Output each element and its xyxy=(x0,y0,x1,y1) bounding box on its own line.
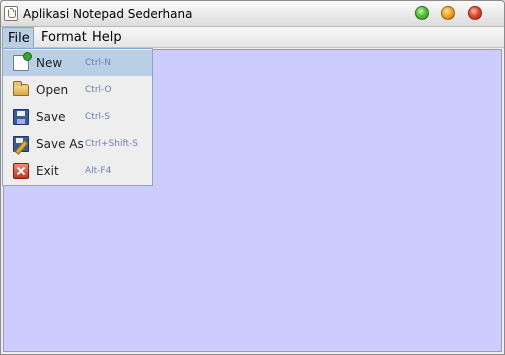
menu-item-label: Save xyxy=(36,110,66,124)
menu-help[interactable]: Help xyxy=(87,27,127,47)
menu-file[interactable]: File xyxy=(2,27,34,47)
title-bar[interactable]: Aplikasi Notepad Sederhana xyxy=(1,1,504,27)
menu-item-label: Open xyxy=(36,83,69,97)
menu-item-accelerator: Ctrl-S xyxy=(85,112,110,122)
menu-item-save[interactable]: Save Ctrl-S xyxy=(3,104,152,130)
menu-bar: File Format Help xyxy=(1,27,504,48)
file-menu-dropdown: New Ctrl-N Open Ctrl-O Save Ctrl-S Save … xyxy=(2,48,153,186)
menu-item-accelerator: Alt-F4 xyxy=(85,166,112,176)
window-title: Aplikasi Notepad Sederhana xyxy=(23,7,193,21)
menu-item-label: Save As xyxy=(36,137,84,151)
save-as-icon xyxy=(13,136,29,152)
menu-item-accelerator: Ctrl-O xyxy=(85,85,112,95)
java-cup-icon xyxy=(4,6,18,21)
minimize-button[interactable] xyxy=(415,6,429,20)
menu-item-exit[interactable]: Exit Alt-F4 xyxy=(3,158,152,184)
floppy-disk-icon xyxy=(13,109,29,125)
maximize-button[interactable] xyxy=(441,6,455,20)
menu-item-save-as[interactable]: Save As Ctrl+Shift-S xyxy=(3,131,152,157)
menu-item-label: New xyxy=(36,56,63,70)
menu-item-accelerator: Ctrl-N xyxy=(85,58,111,68)
new-document-icon xyxy=(13,52,32,71)
menu-item-label: Exit xyxy=(36,164,59,178)
menu-item-new[interactable]: New Ctrl-N xyxy=(3,50,152,76)
menu-item-open[interactable]: Open Ctrl-O xyxy=(3,77,152,103)
app-window: Aplikasi Notepad Sederhana File Format H… xyxy=(0,0,505,355)
close-button[interactable] xyxy=(468,6,482,20)
exit-icon xyxy=(13,163,29,179)
open-folder-icon xyxy=(13,81,29,96)
menu-format[interactable]: Format xyxy=(36,27,92,47)
menu-item-accelerator: Ctrl+Shift-S xyxy=(85,139,138,149)
